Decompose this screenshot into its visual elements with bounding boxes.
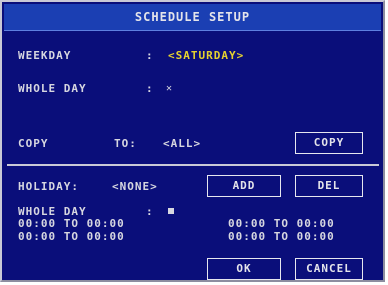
time-range-1[interactable]: 00:00 TO 00:00 (18, 217, 125, 230)
section-divider (7, 164, 379, 166)
copy-label: COPY (18, 137, 49, 150)
time-range-1-to: TO (63, 217, 79, 230)
schedule-setup-dialog: SCHEDULE SETUP WEEKDAY : <SATURDAY> WHOL… (0, 0, 385, 282)
time-range-3-end: 00:00 (296, 217, 335, 230)
time-range-4-start: 00:00 (228, 230, 267, 243)
copy-button[interactable]: COPY (295, 132, 363, 154)
time-range-2[interactable]: 00:00 TO 00:00 (18, 230, 125, 243)
holiday-whole-day-checkbox[interactable] (168, 208, 174, 214)
time-range-3[interactable]: 00:00 TO 00:00 (228, 217, 335, 230)
holiday-selector[interactable]: <NONE> (112, 180, 158, 193)
whole-day-checkbox[interactable]: ✕ (166, 82, 173, 95)
ok-button[interactable]: OK (207, 258, 281, 280)
weekday-label: WEEKDAY (18, 49, 72, 62)
time-range-1-start: 00:00 (18, 217, 57, 230)
del-button[interactable]: DEL (295, 175, 363, 197)
time-range-4-end: 00:00 (296, 230, 335, 243)
whole-day-separator: : (146, 82, 154, 95)
title-bar: SCHEDULE SETUP (4, 4, 381, 31)
whole-day-label: WHOLE DAY (18, 82, 87, 95)
time-range-2-start: 00:00 (18, 230, 57, 243)
cancel-button[interactable]: CANCEL (295, 258, 363, 280)
time-range-3-start: 00:00 (228, 217, 267, 230)
time-range-2-to: TO (63, 230, 79, 243)
weekday-selector[interactable]: <SATURDAY> (168, 49, 244, 62)
holiday-label: HOLIDAY: (18, 180, 79, 193)
time-range-2-end: 00:00 (86, 230, 125, 243)
copy-to-label: TO: (114, 137, 137, 150)
copy-target-selector[interactable]: <ALL> (163, 137, 201, 150)
add-button[interactable]: ADD (207, 175, 281, 197)
time-range-4-to: TO (273, 230, 289, 243)
time-range-3-to: TO (273, 217, 289, 230)
time-range-1-end: 00:00 (86, 217, 125, 230)
time-range-4[interactable]: 00:00 TO 00:00 (228, 230, 335, 243)
dialog-title: SCHEDULE SETUP (134, 10, 251, 24)
holiday-whole-day-separator: : (146, 205, 154, 218)
weekday-separator: : (146, 49, 154, 62)
